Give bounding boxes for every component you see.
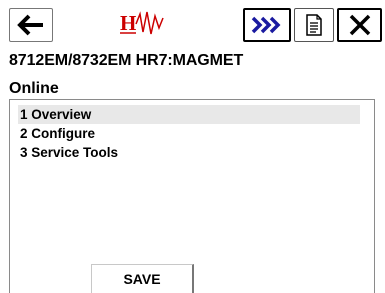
double-chevron-right-icon bbox=[251, 16, 281, 34]
divider bbox=[374, 262, 375, 293]
close-x-icon bbox=[349, 14, 370, 36]
menu-item-service-tools[interactable]: 3 Service Tools bbox=[18, 143, 118, 162]
back-button[interactable] bbox=[9, 8, 53, 42]
document-icon bbox=[306, 14, 322, 36]
document-button[interactable] bbox=[294, 8, 334, 42]
close-button[interactable] bbox=[337, 8, 382, 42]
divider bbox=[9, 262, 10, 293]
menu-item-overview[interactable]: 1 Overview bbox=[18, 105, 360, 124]
menu-list: 1 Overview 2 Configure 3 Service Tools bbox=[9, 99, 375, 262]
connection-status: Online bbox=[9, 80, 59, 97]
device-title: 8712EM/8732EM HR7:MAGMET bbox=[9, 52, 244, 69]
menu-item-configure[interactable]: 2 Configure bbox=[18, 124, 95, 143]
hart-logo: H bbox=[119, 10, 167, 40]
left-arrow-icon bbox=[17, 14, 43, 36]
toolbar: H bbox=[9, 8, 385, 46]
forward-button[interactable] bbox=[243, 8, 291, 42]
save-button[interactable]: SAVE bbox=[91, 264, 194, 293]
hart-waveform-icon: H bbox=[120, 11, 164, 35]
logo-letter: H bbox=[120, 11, 136, 35]
